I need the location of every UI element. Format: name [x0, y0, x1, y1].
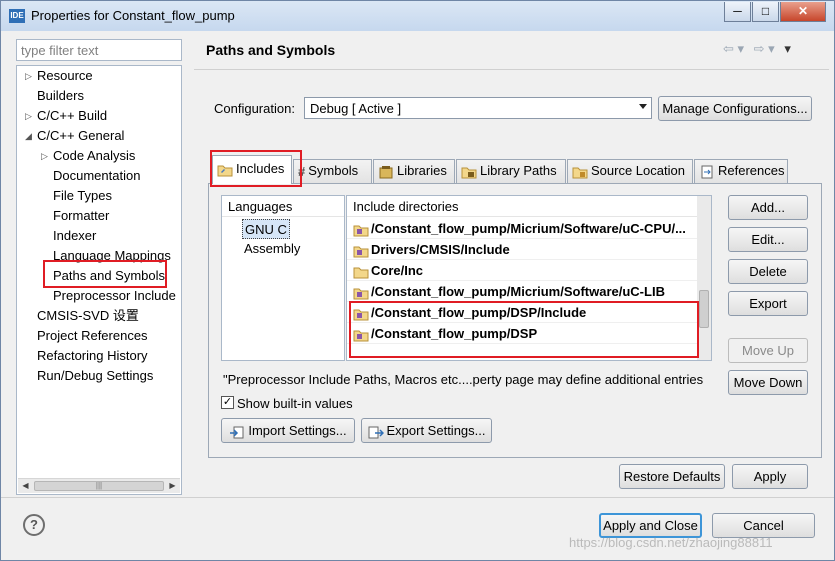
- move-up-button[interactable]: Move Up: [728, 338, 808, 363]
- expand-icon[interactable]: ▷: [25, 66, 32, 86]
- tree-item-cmsis-svd[interactable]: CMSIS-SVD 设置: [37, 306, 139, 326]
- languages-list: Languages GNU C Assembly: [221, 195, 345, 361]
- import-settings-label: Import Settings...: [248, 423, 347, 438]
- export-settings-label: Export Settings...: [386, 423, 486, 438]
- tree-item-run-debug-settings[interactable]: Run/Debug Settings: [37, 366, 153, 386]
- scroll-right-icon[interactable]: ▶: [165, 479, 180, 493]
- include-path: Drivers/CMSIS/Include: [371, 242, 510, 257]
- tree-item-resource[interactable]: Resource: [37, 66, 93, 86]
- chevron-down-icon: [639, 104, 647, 109]
- expand-icon[interactable]: ▷: [41, 146, 48, 166]
- library-path-icon: [461, 167, 477, 179]
- window-title: Properties for Constant_flow_pump: [31, 8, 235, 23]
- language-gnu-c[interactable]: GNU C: [242, 219, 290, 239]
- export-button[interactable]: Export: [728, 291, 808, 316]
- tree-horizontal-scrollbar[interactable]: ◀ ||| ▶: [18, 478, 180, 493]
- watermark: https://blog.csdn.net/zhaojing88811: [569, 535, 773, 550]
- include-path: /Constant_flow_pump/Micrium/Software/uC-…: [371, 284, 665, 299]
- folder-icon: [353, 267, 369, 279]
- forward-arrow-icon[interactable]: ⇨ ▾: [754, 41, 775, 56]
- languages-header: Languages: [222, 196, 344, 217]
- header-separator: [194, 69, 829, 70]
- import-settings-button[interactable]: Import Settings...: [221, 418, 355, 443]
- include-directories-header: Include directories: [347, 196, 697, 217]
- maximize-button[interactable]: □: [752, 2, 779, 22]
- tab-label: References: [718, 163, 785, 178]
- tree-item-file-types[interactable]: File Types: [53, 186, 112, 206]
- workspace-folder-icon: [353, 288, 369, 300]
- collapse-icon[interactable]: ◢: [25, 126, 32, 146]
- tab-label: Libraries: [397, 163, 447, 178]
- page-title: Paths and Symbols: [206, 42, 336, 58]
- references-icon: [701, 165, 713, 179]
- minimize-button[interactable]: ─: [724, 2, 751, 22]
- tab-symbols[interactable]: # Symbols: [293, 159, 372, 183]
- delete-button[interactable]: Delete: [728, 259, 808, 284]
- include-row[interactable]: Core/Inc: [347, 260, 697, 281]
- highlight-paths-and-symbols: [43, 260, 167, 288]
- restore-defaults-button[interactable]: Restore Defaults: [619, 464, 725, 489]
- include-vertical-scrollbar[interactable]: [697, 196, 711, 360]
- close-button[interactable]: ✕: [780, 2, 826, 22]
- workspace-folder-icon: [353, 225, 369, 237]
- properties-dialog: IDE Properties for Constant_flow_pump ─ …: [0, 0, 835, 561]
- scroll-thumb[interactable]: |||: [34, 481, 164, 491]
- tree-item-indexer[interactable]: Indexer: [53, 226, 96, 246]
- include-row[interactable]: /Constant_flow_pump/Micrium/Software/uC-…: [347, 281, 697, 302]
- tab-source-location[interactable]: Source Location: [567, 159, 693, 183]
- include-row[interactable]: /Constant_flow_pump/Micrium/Software/uC-…: [347, 218, 697, 239]
- include-path: /Constant_flow_pump/Micrium/Software/uC-…: [371, 221, 686, 236]
- tab-label: Symbols: [308, 163, 359, 178]
- scroll-left-icon[interactable]: ◀: [18, 479, 33, 493]
- edit-button[interactable]: Edit...: [728, 227, 808, 252]
- tree-item-code-analysis[interactable]: Code Analysis: [53, 146, 135, 166]
- tab-label: Source Location: [591, 163, 685, 178]
- include-row[interactable]: Drivers/CMSIS/Include: [347, 239, 697, 260]
- add-button[interactable]: Add...: [728, 195, 808, 220]
- tree-item-refactoring-history[interactable]: Refactoring History: [37, 346, 148, 366]
- view-menu-icon[interactable]: ▾: [784, 41, 791, 56]
- move-down-button[interactable]: Move Down: [728, 370, 808, 395]
- language-assembly[interactable]: Assembly: [242, 239, 302, 259]
- tree-item-project-references[interactable]: Project References: [37, 326, 148, 346]
- import-icon: [230, 426, 244, 439]
- show-builtin-label[interactable]: Show built-in values: [237, 396, 353, 411]
- configuration-select[interactable]: Debug [ Active ]: [304, 97, 652, 119]
- library-icon: [379, 165, 393, 179]
- preprocessor-note: "Preprocessor Include Paths, Macros etc.…: [223, 372, 704, 387]
- history-nav: ⇦ ▾ ⇨ ▾ ▾: [723, 41, 791, 57]
- tree-item-documentation[interactable]: Documentation: [53, 166, 140, 186]
- export-icon: [368, 426, 384, 439]
- ide-app-icon: IDE: [9, 9, 25, 23]
- tab-libraries[interactable]: Libraries: [373, 159, 455, 183]
- highlight-dsp-includes: [349, 301, 699, 358]
- tree-item-cpp-build[interactable]: C/C++ Build: [37, 106, 107, 126]
- tab-references[interactable]: References: [694, 159, 788, 183]
- back-arrow-icon[interactable]: ⇦ ▾: [723, 41, 744, 56]
- tab-label: Library Paths: [480, 163, 557, 178]
- title-bar[interactable]: IDE Properties for Constant_flow_pump ─ …: [1, 1, 834, 31]
- help-icon[interactable]: ?: [23, 514, 45, 536]
- source-folder-icon: [572, 167, 588, 179]
- show-builtin-checkbox[interactable]: ✓: [221, 396, 234, 409]
- include-path: Core/Inc: [371, 263, 424, 278]
- highlight-includes-tab: [210, 150, 302, 187]
- tree-item-preprocessor-include[interactable]: Preprocessor Include: [53, 286, 176, 306]
- tree-item-cpp-general[interactable]: C/C++ General: [37, 126, 124, 146]
- filter-input[interactable]: type filter text: [16, 39, 182, 61]
- tree-item-formatter[interactable]: Formatter: [53, 206, 109, 226]
- configuration-value: Debug [ Active ]: [310, 101, 402, 116]
- scroll-thumb[interactable]: [699, 290, 709, 328]
- tree-item-builders[interactable]: Builders: [37, 86, 84, 106]
- export-settings-button[interactable]: Export Settings...: [361, 418, 492, 443]
- configuration-label: Configuration:: [214, 101, 295, 116]
- footer-separator: [1, 497, 834, 498]
- tab-library-paths[interactable]: Library Paths: [456, 159, 566, 183]
- workspace-folder-icon: [353, 246, 369, 258]
- expand-icon[interactable]: ▷: [25, 106, 32, 126]
- apply-button[interactable]: Apply: [732, 464, 808, 489]
- manage-configurations-button[interactable]: Manage Configurations...: [658, 96, 812, 121]
